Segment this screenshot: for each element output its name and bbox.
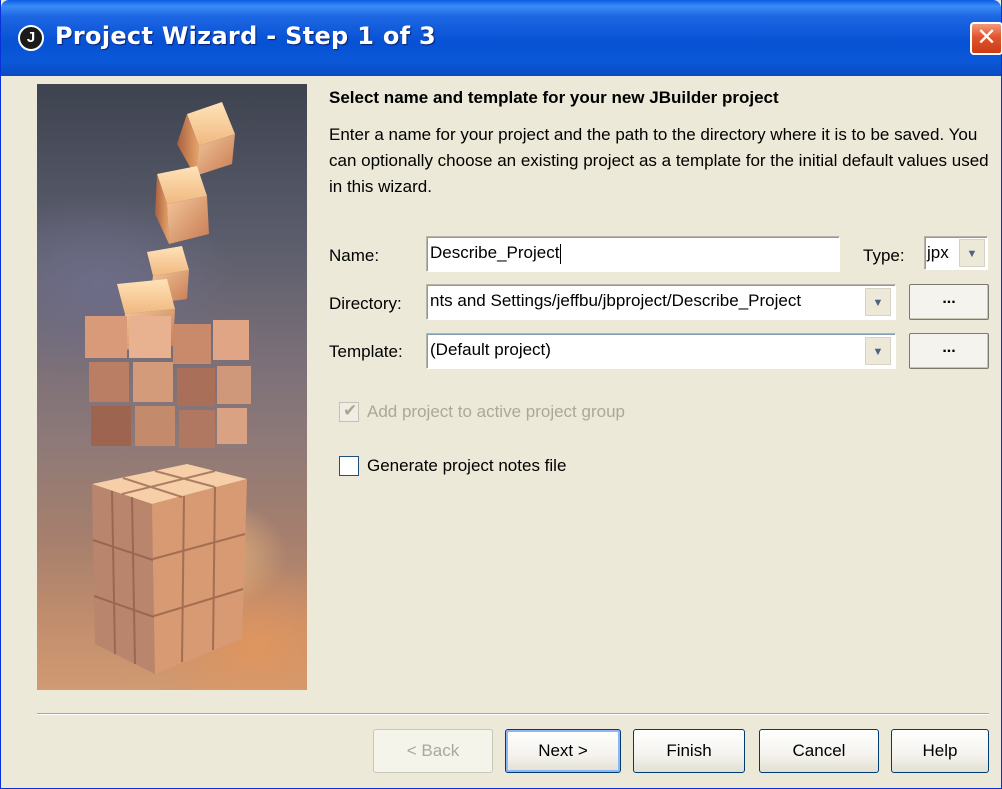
close-button[interactable]: ✕ bbox=[970, 22, 1002, 55]
directory-label: Directory: bbox=[329, 294, 402, 313]
type-label: Type: bbox=[863, 246, 905, 265]
cancel-button[interactable]: Cancel bbox=[759, 729, 879, 773]
directory-browse-button[interactable]: ... bbox=[909, 284, 989, 320]
add-to-group-checkbox[interactable]: ✔ bbox=[339, 401, 359, 422]
template-browse-button[interactable]: ... bbox=[909, 333, 989, 369]
directory-combo[interactable]: nts and Settings/jeffbu/jbproject/Descri… bbox=[426, 284, 896, 320]
step-description: Enter a name for your project and the pa… bbox=[329, 125, 989, 196]
directory-combo-value: nts and Settings/jeffbu/jbproject/Descri… bbox=[430, 291, 802, 310]
template-combo[interactable]: (Default project) bbox=[426, 333, 896, 369]
template-combo-value: (Default project) bbox=[430, 340, 551, 359]
next-button[interactable]: Next > bbox=[505, 729, 621, 773]
back-button[interactable]: < Back bbox=[373, 729, 493, 773]
title-bar[interactable]: J Project Wizard - Step 1 of 3 ✕ bbox=[1, 0, 1002, 76]
cube-cluster-middle bbox=[85, 316, 251, 448]
generate-notes-label: Generate project notes file bbox=[367, 456, 567, 475]
button-separator bbox=[37, 713, 989, 715]
jbuilder-app-icon: J bbox=[18, 25, 44, 51]
finish-button[interactable]: Finish bbox=[633, 729, 745, 773]
name-label: Name: bbox=[329, 246, 380, 265]
name-input-value: Describe_Project bbox=[430, 243, 560, 262]
help-button[interactable]: Help bbox=[891, 729, 989, 773]
project-wizard-window: J Project Wizard - Step 1 of 3 ✕ Select … bbox=[0, 0, 1002, 789]
type-combo-value: jpx bbox=[927, 243, 949, 262]
text-caret bbox=[560, 243, 562, 264]
cube-large-bottom bbox=[92, 464, 247, 674]
add-to-group-label: Add project to active project group bbox=[367, 402, 625, 421]
wizard-cubes-illustration bbox=[37, 84, 307, 690]
generate-notes-checkbox[interactable] bbox=[339, 456, 359, 476]
step-heading: Select name and template for your new JB… bbox=[329, 88, 779, 107]
checkmark-icon: ✔ bbox=[343, 401, 358, 420]
type-dropdown-arrow-icon[interactable]: ▼ bbox=[959, 239, 985, 267]
name-input[interactable]: Describe_Project bbox=[426, 236, 840, 272]
window-title: Project Wizard - Step 1 of 3 bbox=[55, 22, 437, 50]
cube-2 bbox=[155, 166, 209, 244]
cubes-graphic bbox=[85, 102, 251, 674]
directory-dropdown-arrow-icon[interactable]: ▼ bbox=[865, 288, 891, 316]
template-label: Template: bbox=[329, 342, 403, 361]
template-dropdown-arrow-icon[interactable]: ▼ bbox=[865, 337, 891, 365]
cube-top bbox=[177, 102, 235, 176]
